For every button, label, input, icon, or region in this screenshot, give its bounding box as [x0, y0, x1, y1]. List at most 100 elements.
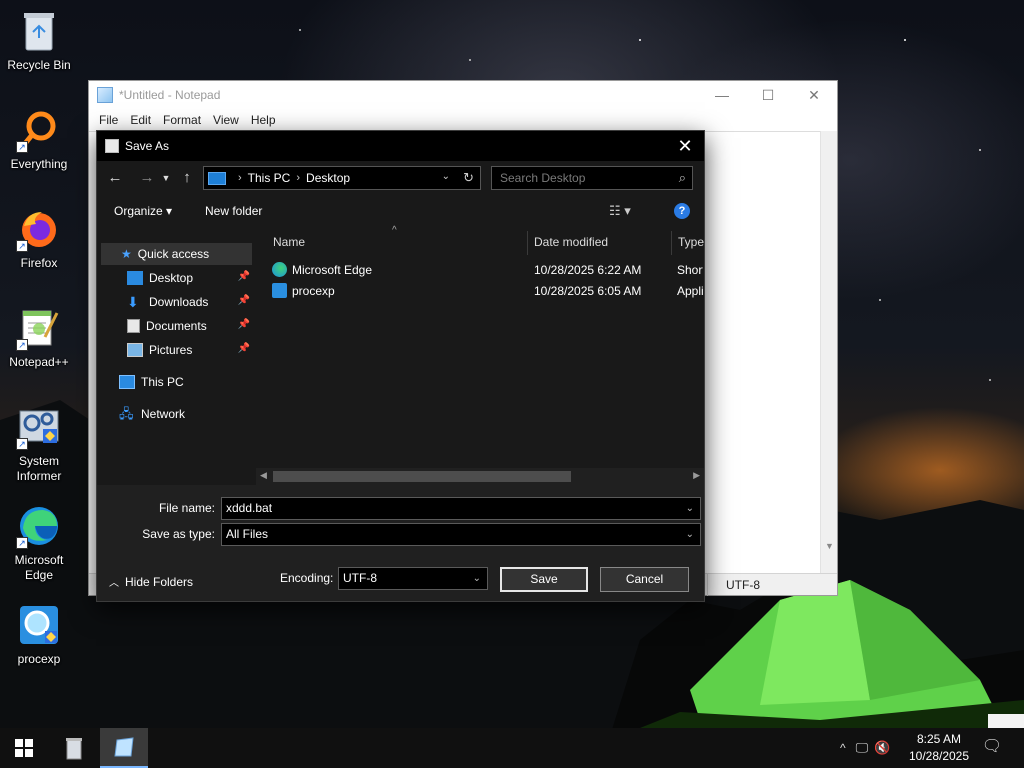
menu-edit[interactable]: Edit	[124, 113, 157, 127]
pictures-icon	[127, 343, 143, 357]
file-name-value: xddd.bat	[226, 501, 273, 515]
file-name-cell: Microsoft Edge	[272, 262, 372, 277]
tray-chevron-up-icon[interactable]: ^	[840, 741, 846, 755]
taskbar-clock[interactable]: 8:25 AM 10/28/2025	[902, 731, 976, 765]
menu-format[interactable]: Format	[157, 113, 207, 127]
desktop-icon-procexp[interactable]: procexp	[2, 602, 76, 667]
nav-item-downloads[interactable]: ⬇ Downloads 📌	[97, 291, 254, 313]
nav-item-quick-access[interactable]: ★ Quick access	[101, 243, 252, 265]
desktop-icon-recycle-bin[interactable]: Recycle Bin	[2, 8, 76, 73]
scroll-down-arrow-icon[interactable]: ▼	[825, 541, 834, 551]
new-folder-button[interactable]: New folder	[205, 204, 262, 218]
save-as-type-value: All Files	[226, 527, 269, 541]
nav-item-this-pc[interactable]: This PC	[97, 371, 254, 393]
scrollbar-thumb[interactable]	[273, 471, 571, 482]
chevron-down-icon[interactable]: ⌄	[686, 498, 694, 519]
address-bar[interactable]: › This PC › Desktop ⌄ ↻	[203, 166, 481, 190]
file-row-microsoft-edge[interactable]: Microsoft Edge 10/28/2025 6:22 AM Short	[272, 260, 703, 280]
close-button[interactable]: ✕	[791, 81, 837, 109]
file-name-cell: procexp	[272, 283, 335, 298]
file-name-input[interactable]: xddd.bat ⌄	[221, 497, 701, 520]
back-arrow-icon[interactable]: ←	[103, 166, 127, 190]
chevron-down-icon[interactable]: ⌄	[473, 568, 481, 589]
menu-help[interactable]: Help	[245, 113, 282, 127]
desktop-icon-firefox[interactable]: ↗ Firefox	[2, 206, 76, 271]
notification-center-icon[interactable]: 🗨	[980, 736, 1004, 760]
menu-view[interactable]: View	[207, 113, 245, 127]
forward-arrow-icon[interactable]: →	[135, 166, 159, 190]
desktop-icon-everything[interactable]: ↗ Everything	[2, 107, 76, 172]
view-options-icon[interactable]: ☷ ▾	[609, 203, 631, 219]
dialog-close-button[interactable]: ✕	[674, 135, 696, 157]
refresh-icon[interactable]: ↻	[463, 170, 474, 186]
recent-locations-chevron-icon[interactable]: ▼	[159, 166, 173, 190]
desktop-icon-label: System Informer	[16, 454, 62, 483]
desktop-icon-system-informer[interactable]: ↗ System Informer	[2, 404, 76, 484]
save-as-type-select[interactable]: All Files ⌄	[221, 523, 701, 546]
clock-date: 10/28/2025	[908, 749, 970, 763]
file-date: 10/28/2025 6:22 AM	[534, 263, 642, 277]
column-header-type[interactable]: Type	[678, 229, 704, 255]
save-button[interactable]: Save	[500, 567, 588, 592]
breadcrumb-desktop[interactable]: Desktop	[306, 171, 350, 185]
nav-item-documents[interactable]: Documents 📌	[97, 315, 254, 337]
file-row-procexp[interactable]: procexp 10/28/2025 6:05 AM Appli	[272, 281, 703, 301]
recycle-bin-icon	[16, 8, 62, 54]
help-icon[interactable]: ?	[674, 203, 690, 219]
nav-item-label: Pictures	[149, 343, 193, 357]
maximize-button[interactable]: ☐	[745, 81, 791, 109]
column-header-date-modified[interactable]: Date modified	[534, 229, 608, 255]
desktop-icon-notepadpp[interactable]: ↗ Notepad++	[2, 305, 76, 370]
column-header-name[interactable]: Name	[273, 229, 305, 255]
search-icon[interactable]: ⌕	[679, 170, 686, 186]
save-as-titlebar[interactable]: Save As ✕	[97, 131, 704, 161]
scroll-right-arrow-icon[interactable]: ▶	[693, 470, 700, 481]
notepad-menubar: File Edit Format View Help	[89, 109, 837, 131]
taskbar-app-recycle-bin[interactable]	[50, 728, 98, 768]
notepad-vertical-scrollbar[interactable]: ▼	[820, 131, 837, 575]
shortcut-arrow-icon: ↗	[16, 141, 28, 153]
organize-button[interactable]: Organize ▾	[114, 204, 172, 218]
save-as-dialog-icon	[105, 139, 119, 153]
nav-item-pictures[interactable]: Pictures 📌	[97, 339, 254, 361]
cancel-button[interactable]: Cancel	[600, 567, 689, 592]
search-box[interactable]: ⌕	[491, 166, 693, 190]
chevron-up-icon: ︿	[109, 578, 119, 589]
shortcut-arrow-icon: ↗	[16, 240, 28, 252]
notepadpp-icon: ↗	[16, 305, 62, 351]
file-name: procexp	[292, 283, 335, 298]
save-as-title: Save As	[125, 139, 170, 153]
search-input[interactable]	[492, 167, 662, 189]
notepad-window-controls: — ☐ ✕	[699, 81, 837, 109]
file-list-horizontal-scrollbar[interactable]: ◀ ▶	[256, 468, 704, 485]
desktop-icon-microsoft-edge[interactable]: ↗ Microsoft Edge	[2, 503, 76, 583]
taskbar-app-notepad[interactable]	[100, 728, 148, 768]
encoding-select[interactable]: UTF-8 ⌄	[338, 567, 488, 590]
nav-item-network[interactable]: 🖧 Network	[97, 403, 254, 425]
procexp-icon	[16, 602, 62, 648]
sort-ascending-icon: ^	[392, 225, 397, 236]
volume-muted-icon[interactable]: 🔇	[874, 740, 890, 756]
recycle-bin-icon	[66, 738, 82, 760]
address-dropdown-chevron-icon[interactable]: ⌄	[442, 171, 450, 182]
column-divider[interactable]	[527, 231, 528, 255]
nav-item-desktop[interactable]: Desktop 📌	[97, 267, 254, 289]
file-type: Short	[677, 263, 703, 277]
minimize-button[interactable]: —	[699, 81, 745, 109]
menu-file[interactable]: File	[93, 113, 124, 127]
notepad-title: *Untitled - Notepad	[119, 88, 221, 102]
chevron-down-icon[interactable]: ⌄	[686, 524, 694, 545]
file-list-pane[interactable]: Name ^ Date modified Type Microsoft Edge…	[256, 225, 704, 485]
shortcut-arrow-icon: ↗	[16, 537, 28, 549]
start-button[interactable]	[0, 728, 48, 768]
hide-folders-button[interactable]: ︿ Hide Folders	[109, 574, 193, 589]
breadcrumb-separator-icon: ›	[238, 172, 242, 184]
save-as-type-label: Save as type:	[142, 527, 215, 541]
save-as-dialog[interactable]: Save As ✕ ← → ▼ ↑ › This PC › Desktop ⌄ …	[96, 130, 705, 602]
network-status-icon[interactable]: 🖵	[856, 740, 869, 756]
scroll-left-arrow-icon[interactable]: ◀	[260, 470, 267, 481]
column-divider[interactable]	[671, 231, 672, 255]
pin-icon: 📌	[237, 295, 250, 306]
up-arrow-icon[interactable]: ↑	[175, 166, 199, 190]
breadcrumb-this-pc[interactable]: This PC	[248, 171, 291, 185]
